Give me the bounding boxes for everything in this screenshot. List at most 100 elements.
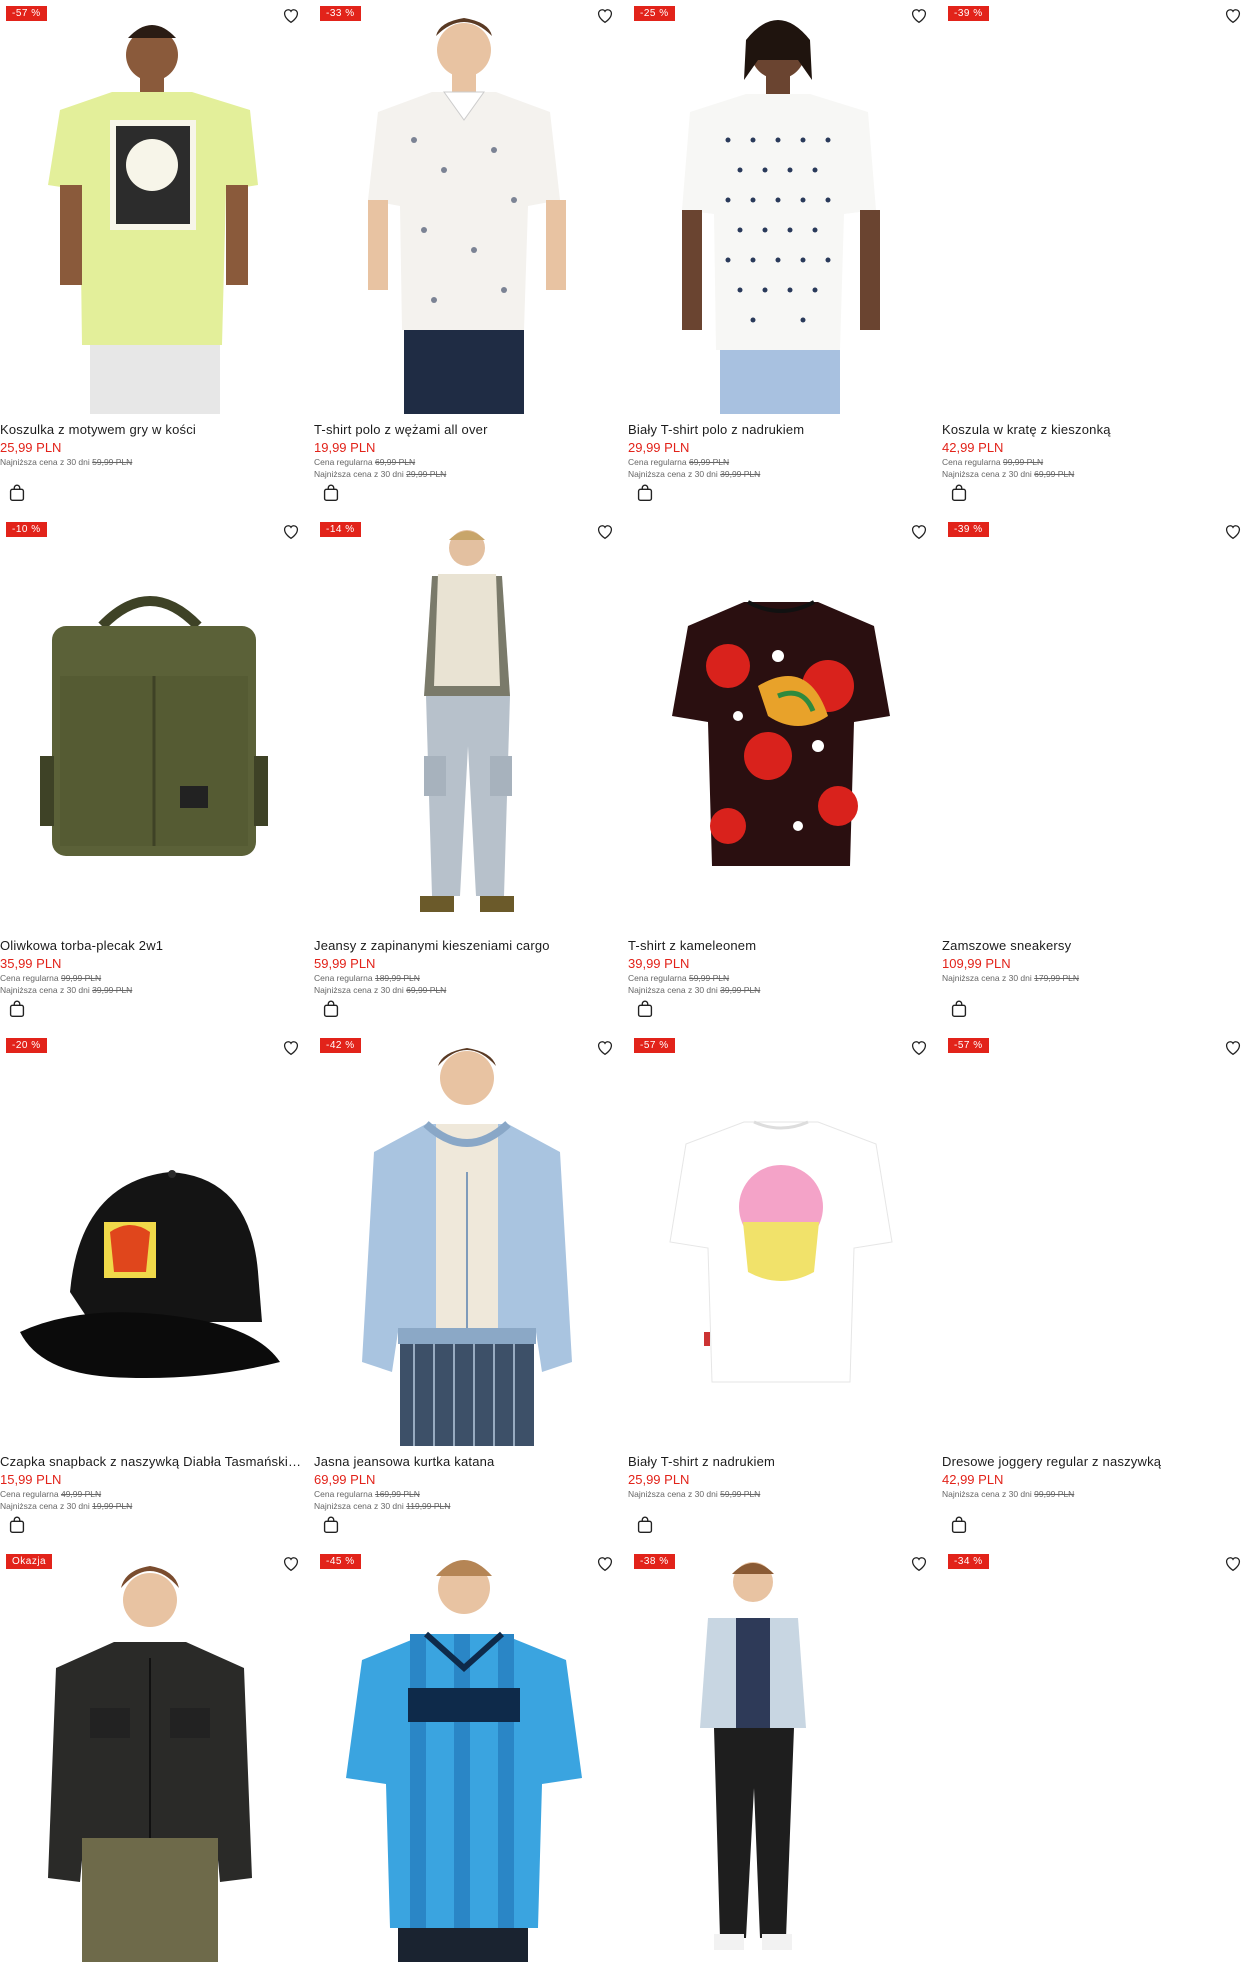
product-card[interactable]: -45 % (314, 1548, 620, 1971)
discount-badge: Okazja (6, 1554, 53, 1569)
product-card[interactable]: Okazja (0, 1548, 306, 1971)
shopping-bag-icon[interactable] (6, 1514, 28, 1536)
discount-badge: -57 % (634, 1038, 675, 1053)
discount-badge: -34 % (948, 1554, 989, 1569)
shopping-bag-icon[interactable] (634, 482, 656, 504)
product-info: Biały T-shirt polo z nadrukiem 29,99 PLN C… (628, 422, 934, 480)
discount-badge: -42 % (320, 1038, 361, 1053)
discount-badge: -39 % (948, 6, 989, 21)
product-card[interactable]: -14 % Jeansy z zapinanymi kieszeniami car… (314, 516, 620, 1026)
product-name[interactable]: Jasna jeansowa kurtka katana (314, 1454, 620, 1470)
product-card[interactable]: -34 % (942, 1548, 1248, 1971)
lowest-price-30-days: Najniższa cena z 30 dni 19,99 PLN (0, 1501, 133, 1511)
discount-badge: -38 % (634, 1554, 675, 1569)
heart-icon[interactable] (594, 520, 616, 542)
product-card[interactable]: -20 % Czapka snapback z naszywką Diabła T… (0, 1032, 306, 1542)
regular-price: Cena regularna 189,99 PLN (314, 973, 420, 983)
product-info: Zamszowe sneakersy 109,99 PLN Najniższa ce… (942, 938, 1248, 984)
product-price: 19,99 PLN (314, 440, 376, 455)
shopping-bag-icon[interactable] (320, 482, 342, 504)
product-card[interactable]: -57 % Dresowe joggery regular z naszywką 4… (942, 1032, 1248, 1542)
product-image[interactable] (628, 1032, 934, 1446)
shopping-bag-icon[interactable] (948, 482, 970, 504)
regular-price: Cena regularna 59,99 PLN (628, 973, 730, 983)
product-price: 39,99 PLN (628, 956, 690, 971)
product-image[interactable] (0, 1548, 306, 1962)
product-image[interactable] (314, 1032, 620, 1446)
product-image[interactable] (628, 1548, 934, 1962)
product-name[interactable]: Jeansy z zapinanymi kieszeniami cargo (314, 938, 620, 954)
product-image[interactable] (628, 0, 934, 414)
shopping-bag-icon[interactable] (320, 1514, 342, 1536)
product-image[interactable] (314, 0, 620, 414)
product-card[interactable]: -57 % Koszulka z motywem gry w kości 25,99… (0, 0, 306, 510)
heart-icon[interactable] (594, 1552, 616, 1574)
product-image[interactable] (942, 1548, 1248, 1962)
discount-badge: -10 % (6, 522, 47, 537)
product-card[interactable]: T-shirt z kameleonem 39,99 PLN Cena regula… (628, 516, 934, 1026)
product-image[interactable] (0, 516, 306, 930)
heart-icon[interactable] (908, 1552, 930, 1574)
product-name[interactable]: Koszulka z motywem gry w kości (0, 422, 306, 438)
product-name[interactable]: T-shirt polo z wężami all over (314, 422, 620, 438)
product-info: Czapka snapback z naszywką Diabła Tasmań… (0, 1454, 306, 1512)
heart-icon[interactable] (1222, 1036, 1244, 1058)
shopping-bag-icon[interactable] (948, 1514, 970, 1536)
product-image[interactable] (942, 0, 1248, 414)
product-image[interactable] (628, 516, 934, 930)
heart-icon[interactable] (1222, 520, 1244, 542)
product-image[interactable] (0, 1032, 306, 1446)
shopping-bag-icon[interactable] (6, 998, 28, 1020)
product-card[interactable]: -42 % Jasna jeansowa kurtka katana 69,99 P… (314, 1032, 620, 1542)
product-name[interactable]: Biały T-shirt polo z nadrukiem (628, 422, 934, 438)
shopping-bag-icon[interactable] (320, 998, 342, 1020)
product-name[interactable]: Koszula w kratę z kieszonką (942, 422, 1248, 438)
shopping-bag-icon[interactable] (948, 998, 970, 1020)
product-info: Jasna jeansowa kurtka katana 69,99 PLN Cen… (314, 1454, 620, 1512)
lowest-price-30-days: Najniższa cena z 30 dni 59,99 PLN (0, 457, 133, 467)
product-name[interactable]: Biały T-shirt z nadrukiem (628, 1454, 934, 1470)
heart-icon[interactable] (594, 4, 616, 26)
discount-badge: -14 % (320, 522, 361, 537)
product-price: 42,99 PLN (942, 1472, 1004, 1487)
product-price: 42,99 PLN (942, 440, 1004, 455)
heart-icon[interactable] (1222, 1552, 1244, 1574)
heart-icon[interactable] (280, 1036, 302, 1058)
regular-price: Cena regularna 49,99 PLN (0, 1489, 102, 1499)
product-image[interactable] (314, 1548, 620, 1962)
product-card[interactable]: -39 % Koszula w kratę z kieszonką 42,99 PL… (942, 0, 1248, 510)
heart-icon[interactable] (280, 1552, 302, 1574)
lowest-price-30-days: Najniższa cena z 30 dni 99,99 PLN (942, 1489, 1075, 1499)
heart-icon[interactable] (280, 4, 302, 26)
product-card[interactable]: -57 % Biały T-shirt z nadrukiem 25,99 PLN N… (628, 1032, 934, 1542)
product-image[interactable] (0, 0, 306, 414)
product-card[interactable]: -39 % Zamszowe sneakersy 109,99 PLN Najniżs… (942, 516, 1248, 1026)
product-card[interactable]: -25 % Biały T-shirt polo z nadrukiem 29,99… (628, 0, 934, 510)
product-name[interactable]: Czapka snapback z naszywką Diabła Tasmań… (0, 1454, 306, 1470)
product-price: 109,99 PLN (942, 956, 1011, 971)
lowest-price-30-days: Najniższa cena z 30 dni 69,99 PLN (942, 469, 1075, 479)
product-name[interactable]: Oliwkowa torba-plecak 2w1 (0, 938, 306, 954)
product-info: Dresowe joggery regular z naszywką 42,99 … (942, 1454, 1248, 1500)
regular-price: Cena regularna 69,99 PLN (628, 457, 730, 467)
heart-icon[interactable] (280, 520, 302, 542)
heart-icon[interactable] (594, 1036, 616, 1058)
product-card[interactable]: -33 % T-shirt polo z wężami all over 19,99… (314, 0, 620, 510)
shopping-bag-icon[interactable] (634, 998, 656, 1020)
heart-icon[interactable] (908, 4, 930, 26)
shopping-bag-icon[interactable] (634, 1514, 656, 1536)
heart-icon[interactable] (1222, 4, 1244, 26)
product-image[interactable] (942, 516, 1248, 930)
shopping-bag-icon[interactable] (6, 482, 28, 504)
heart-icon[interactable] (908, 1036, 930, 1058)
product-name[interactable]: Dresowe joggery regular z naszywką (942, 1454, 1248, 1470)
regular-price: Cena regularna 99,99 PLN (0, 973, 102, 983)
product-name[interactable]: Zamszowe sneakersy (942, 938, 1248, 954)
product-card[interactable]: -10 % Oliwkowa torba-plecak 2w1 35,99 PLN C… (0, 516, 306, 1026)
product-name[interactable]: T-shirt z kameleonem (628, 938, 934, 954)
heart-icon[interactable] (908, 520, 930, 542)
product-image[interactable] (942, 1032, 1248, 1446)
product-card[interactable]: -38 % (628, 1548, 934, 1971)
product-image[interactable] (314, 516, 620, 930)
product-info: T-shirt z kameleonem 39,99 PLN Cena regula… (628, 938, 934, 996)
